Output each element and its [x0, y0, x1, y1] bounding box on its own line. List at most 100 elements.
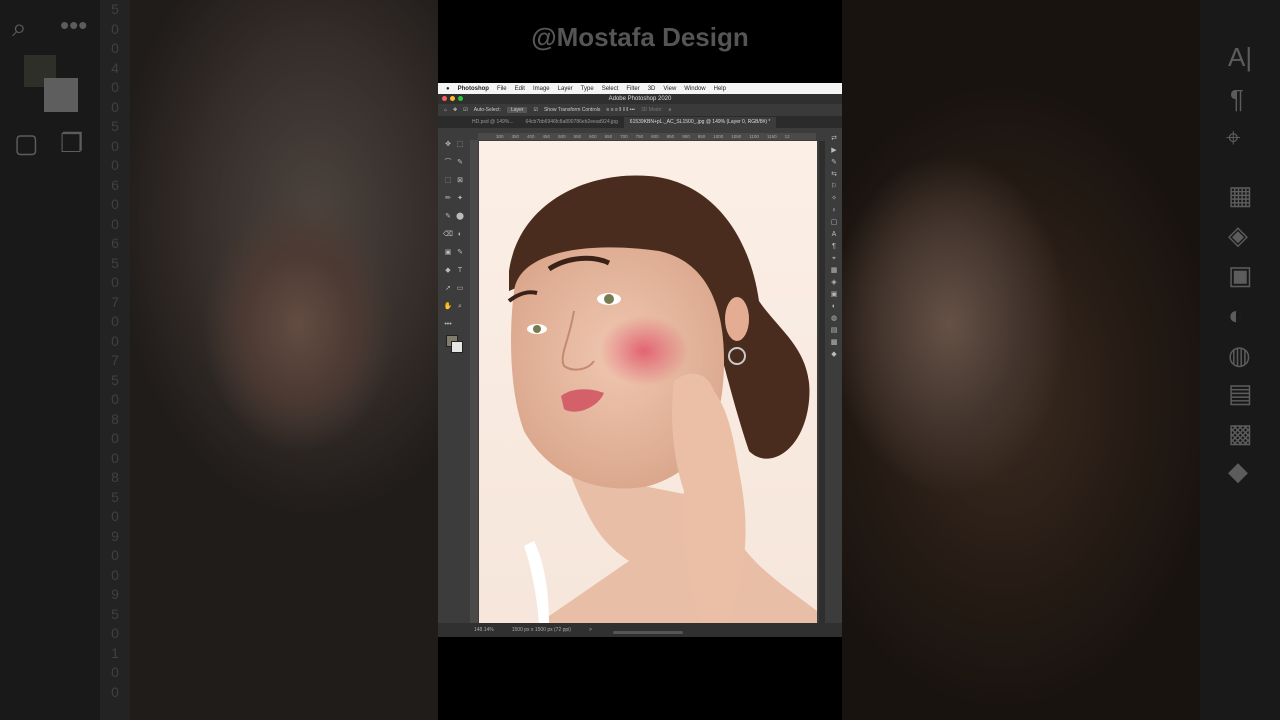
path-select-icon[interactable]: ➚	[442, 283, 454, 294]
history-brush-icon[interactable]: ⌫	[442, 229, 454, 240]
tab-64cb[interactable]: 64cb7bb6946fc8a890786eb2eead924.jpg	[519, 117, 623, 128]
menu-help[interactable]: Help	[714, 86, 726, 92]
blur-tool-icon[interactable]: ✎	[454, 247, 466, 258]
background-swatch-blurred	[44, 78, 78, 112]
menu-filter[interactable]: Filter	[626, 86, 639, 92]
blurred-ruler-digit: 0	[111, 625, 119, 641]
quick-select-icon[interactable]: ✎	[454, 157, 466, 168]
blurred-ruler-digit: 0	[111, 508, 119, 524]
patterns-icon[interactable]: ▩	[826, 337, 842, 349]
close-button[interactable]	[442, 96, 447, 101]
gradients-icon[interactable]: ▤	[826, 325, 842, 337]
menu-3d[interactable]: 3D	[648, 86, 656, 92]
ruler-tick: 1000	[713, 134, 724, 139]
actions-icon[interactable]: ▶	[826, 145, 842, 157]
status-bar: 148.14% 1500 px x 1500 px (72 ppi) >	[438, 623, 842, 637]
tab-61539[interactable]: 61539KBN+pL._AC_SL1500_.jpg @ 149% (Laye…	[623, 117, 777, 128]
auto-select-dropdown[interactable]: Layer	[506, 107, 528, 113]
crop-tool-icon[interactable]: ⬚	[442, 175, 454, 186]
options-bar: ⌂ ✥ ☑ Auto-Select: Layer ☑ Show Transfor…	[438, 104, 842, 117]
libraries-icon[interactable]: ▢	[826, 217, 842, 229]
menu-bar: ● Photoshop File Edit Image Layer Type S…	[438, 83, 842, 94]
minimize-button[interactable]	[450, 96, 455, 101]
ruler-tick: 850	[666, 134, 675, 139]
eyedropper-icon[interactable]: ✏	[442, 193, 454, 204]
move-tool-icon[interactable]: ✥	[453, 107, 457, 113]
eraser-icon[interactable]: ◐	[454, 229, 466, 240]
tab-hd[interactable]: HD.psd @ 149%...	[466, 117, 519, 128]
gradient-tool-icon[interactable]: ▣	[442, 247, 454, 258]
styles-icon[interactable]: ◐	[826, 301, 842, 313]
color-swatches[interactable]	[442, 335, 466, 355]
frame-tool-icon[interactable]: ⊠	[454, 175, 466, 186]
home-icon[interactable]: ⌂	[444, 107, 447, 113]
window-controls	[442, 96, 463, 101]
learn-icon[interactable]: ♀	[826, 205, 842, 217]
zoom-icon: ⌕	[12, 12, 27, 42]
blurred-ruler-digit: 0	[111, 391, 119, 407]
blurred-ruler-digit: 0	[111, 664, 119, 680]
search-icon[interactable]: ⌕	[669, 107, 672, 113]
blurred-ruler-digit: 0	[111, 98, 119, 115]
properties-icon[interactable]: ⚐	[826, 181, 842, 193]
menu-photoshop[interactable]: Photoshop	[458, 86, 489, 92]
menu-layer[interactable]: Layer	[558, 86, 573, 92]
menu-edit[interactable]: Edit	[515, 86, 525, 92]
adjustments-icon: ◐	[1228, 300, 1244, 330]
document-canvas[interactable]	[479, 141, 817, 623]
dodge-tool-icon[interactable]: ◆	[442, 265, 454, 276]
menu-select[interactable]: Select	[602, 86, 619, 92]
ruler-tick: 550	[573, 134, 582, 139]
clone-source-icon[interactable]: ⇆	[826, 169, 842, 181]
brush-settings-icon[interactable]: ✎	[826, 157, 842, 169]
menu-file[interactable]: File	[497, 86, 507, 92]
menu-type[interactable]: Type	[581, 86, 594, 92]
paths-icon[interactable]: ⌖	[826, 253, 842, 265]
rectangle-tool-icon[interactable]: ▭	[454, 283, 466, 294]
blurred-ruler-digit: 8	[111, 469, 119, 485]
table-icon[interactable]: ▦	[826, 265, 842, 277]
auto-select-checkbox[interactable]: ☑	[463, 107, 467, 113]
zoom-tool-icon[interactable]: ⌕	[454, 301, 466, 312]
background-color[interactable]	[451, 341, 463, 353]
align-icons[interactable]: ≡ ≡ ≡ ‖ ‖ ‖ •••	[606, 107, 635, 113]
status-arrow[interactable]: >	[589, 627, 592, 633]
horizontal-scrollbar[interactable]	[613, 631, 683, 634]
character-icon[interactable]: A	[826, 229, 842, 241]
move-tool-icon[interactable]: ✥	[442, 139, 454, 150]
adjustments-icon[interactable]: ▣	[826, 289, 842, 301]
swatches-icon[interactable]: ◍	[826, 313, 842, 325]
hand-tool-icon[interactable]: ✋	[442, 301, 454, 312]
paragraph-icon: ¶	[1230, 84, 1244, 114]
tools-panel: ✥ ⬚⌒ ✎⬚ ⊠✏ ✦✎ ⬤⌫ ◐▣ ✎◆ T➚ ▭✋ ⌕•••	[442, 133, 468, 355]
apple-icon[interactable]: ●	[446, 86, 450, 92]
paragraph-icon[interactable]: ¶	[826, 241, 842, 253]
transform-checkbox[interactable]: ☑	[533, 107, 537, 113]
ruler-tick: 800	[651, 134, 659, 139]
right-panel-icons: ⇄ ▶ ✎ ⇆ ⚐ ✧ ♀ ▢ A ¶ ⌖ ▦ ◈ ▣ ◐ ◍ ▤ ▩ ◆	[826, 133, 842, 453]
channels-icon[interactable]: ◈	[826, 277, 842, 289]
healing-brush-icon[interactable]: ✦	[454, 193, 466, 204]
ruler-tick: 600	[589, 134, 597, 139]
menu-view[interactable]: View	[663, 86, 676, 92]
lasso-tool-icon[interactable]: ⌒	[442, 157, 454, 168]
ruler-tick: 450	[542, 134, 551, 139]
history-icon[interactable]: ⇄	[826, 133, 842, 145]
menu-window[interactable]: Window	[684, 86, 705, 92]
stamp-tool-icon[interactable]: ⬤	[454, 211, 466, 222]
ruler-tick: 400	[527, 134, 535, 139]
marquee-tool-icon[interactable]: ⬚	[454, 139, 466, 150]
menu-image[interactable]: Image	[533, 86, 550, 92]
glyphs-icon[interactable]: ✧	[826, 193, 842, 205]
zoom-button[interactable]	[458, 96, 463, 101]
zoom-level[interactable]: 148.14%	[474, 627, 494, 633]
brush-tool-icon[interactable]: ✎	[442, 211, 454, 222]
blurred-ruler-digit: 8	[111, 410, 119, 427]
more-tools-icon[interactable]: •••	[442, 319, 454, 330]
type-tool-icon[interactable]: T	[454, 265, 466, 276]
blurred-ruler-digit: 0	[111, 332, 119, 349]
layers-icon[interactable]: ◆	[826, 349, 842, 361]
title-bar: Adobe Photoshop 2020	[438, 94, 842, 104]
vertical-scrollbar[interactable]	[819, 141, 825, 623]
ruler-tick: 300	[496, 134, 504, 139]
